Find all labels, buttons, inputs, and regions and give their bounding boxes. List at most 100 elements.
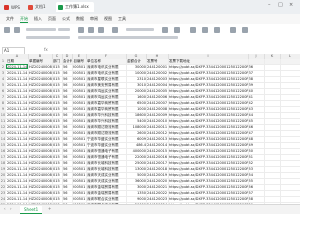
cell-account-code[interactable]: 56: [63, 185, 71, 190]
cell-date[interactable]: 2024-11-14: [7, 119, 28, 124]
cell-amount[interactable]: 400000: [127, 149, 146, 154]
cell-company[interactable]: 深圳市恒通电子有限: [87, 149, 126, 154]
format-painter-icon[interactable]: [14, 27, 20, 33]
cell-dept[interactable]: 015: [53, 131, 62, 136]
cell-subcode[interactable]: 200501: [72, 107, 86, 112]
cell-company[interactable]: 深圳市天成实业有限: [87, 179, 126, 184]
cell-invoice-no[interactable]: 244120004: [147, 83, 168, 88]
menu-item-formula[interactable]: 公式: [62, 16, 70, 22]
cell-subcode[interactable]: 200501: [72, 161, 86, 166]
cell-dept[interactable]: 015: [53, 71, 62, 76]
cell-amount[interactable]: 30000: [127, 65, 146, 70]
tab-workbook[interactable]: 工作簿1.xlsx: [56, 2, 94, 12]
cell-date[interactable]: 2024-11-14: [7, 173, 28, 178]
cell-doc-no[interactable]: HZ2024000854: [29, 107, 52, 112]
cell-doc-no[interactable]: HZ2024000849: [29, 77, 52, 82]
cell-date[interactable]: 2024-11-14: [7, 191, 28, 196]
cell-invoice-no[interactable]: 244120007: [147, 101, 168, 106]
menu-item-review[interactable]: 审阅: [90, 16, 98, 22]
cell-amount[interactable]: 6500: [127, 101, 146, 106]
align-left-icon[interactable]: [78, 27, 84, 33]
cell-dept[interactable]: 015: [53, 197, 62, 202]
table-style-icon[interactable]: [174, 27, 180, 33]
menu-item-insert[interactable]: 插入: [34, 16, 42, 22]
header-cell-company[interactable]: 单位名称: [87, 59, 126, 64]
cell-invoice-no[interactable]: 244120010: [147, 119, 168, 124]
cell-doc-no[interactable]: HZ2024000859: [29, 137, 52, 142]
cell-account-code[interactable]: 56: [63, 149, 71, 154]
cell-dept[interactable]: 015: [53, 119, 62, 124]
cell-company[interactable]: 深圳市金瑞贸易有限: [87, 185, 126, 190]
cell-date[interactable]: 2024-11-14: [7, 137, 28, 142]
align-center-icon[interactable]: [88, 27, 94, 33]
cell-subcode[interactable]: 200501: [72, 95, 86, 100]
cell-invoice-no[interactable]: 244120012: [147, 131, 168, 136]
cell-company[interactable]: 深圳市长城科技有限: [87, 161, 126, 166]
cell-subcode[interactable]: 200501: [72, 113, 86, 118]
cell-company[interactable]: 深圳市嘉华商贸有限: [87, 101, 126, 106]
cell-subcode[interactable]: 200501: [72, 179, 86, 184]
conditional-format-icon[interactable]: [162, 27, 168, 33]
cell-doc-no[interactable]: HZ2024000867: [29, 185, 52, 190]
cell-doc-no[interactable]: HZ2024000866: [29, 179, 52, 184]
cell-invoice-no[interactable]: 244120011: [147, 125, 168, 130]
header-cell-account[interactable]: 会计科目编号: [63, 59, 86, 64]
cell-date[interactable]: 2024-11-14: [7, 197, 28, 202]
cell-subcode[interactable]: 200501: [72, 167, 86, 172]
cell-invoice-no[interactable]: 244120015: [147, 149, 168, 154]
cell-doc-no[interactable]: HZ2024000851: [29, 89, 52, 94]
cell-date[interactable]: 2024-11-14: [7, 149, 28, 154]
cell-amount[interactable]: 20000: [127, 89, 146, 94]
font-selector[interactable]: [26, 28, 56, 31]
cell-account-code[interactable]: 56: [63, 65, 71, 70]
cell-amount[interactable]: 10000: [127, 71, 146, 76]
sheet-tab-sheet1[interactable]: Sheet1: [20, 206, 43, 214]
cell-date[interactable]: 2024-11-14: [7, 113, 28, 118]
cell-account-code[interactable]: 56: [63, 155, 71, 160]
cell-doc-no[interactable]: HZ2024000853: [29, 101, 52, 106]
cell-date[interactable]: 2024-11-14: [7, 161, 28, 166]
cell-subcode[interactable]: 200501: [72, 101, 86, 106]
cell-dept[interactable]: 015: [53, 179, 62, 184]
cell-doc-no[interactable]: HZ2024000858: [29, 131, 52, 136]
menu-item-file[interactable]: 文件: [6, 16, 14, 22]
cell-dept[interactable]: 015: [53, 125, 62, 130]
cell-company[interactable]: 深圳市嘉华商贸有限: [87, 107, 126, 112]
header-cell-amount[interactable]: 金额合计: [127, 59, 146, 64]
cell-subcode[interactable]: 200501: [72, 83, 86, 88]
cell-invoice-no[interactable]: 244120014: [147, 143, 168, 148]
cell-invoice-no[interactable]: 244120003: [147, 77, 168, 82]
cell-dept[interactable]: 015: [53, 113, 62, 118]
cell-dept[interactable]: 015: [53, 65, 62, 70]
cell-amount[interactable]: 2310: [127, 77, 146, 82]
cell-dept[interactable]: 015: [53, 95, 62, 100]
cell-invoice-no[interactable]: 244120002: [147, 71, 168, 76]
cell-invoice-no[interactable]: 244120016: [147, 155, 168, 160]
next-sheet-icon[interactable]: ›: [10, 206, 12, 211]
cell-invoice-no[interactable]: 244120017: [147, 161, 168, 166]
cell-doc-no[interactable]: HZ2024000863: [29, 161, 52, 166]
cell-date[interactable]: 2024-11-14: [7, 95, 28, 100]
cell-date[interactable]: 2024-11-14: [7, 167, 28, 172]
cell-account-code[interactable]: 56: [63, 71, 71, 76]
cell-account-code[interactable]: 56: [63, 119, 71, 124]
cell-account-code[interactable]: 56: [63, 125, 71, 130]
cell-subcode[interactable]: 200501: [72, 173, 86, 178]
cell-company[interactable]: 深圳市电讯实业有限: [87, 71, 126, 76]
cell-company[interactable]: 深圳市鸿运实业有限: [87, 95, 126, 100]
cell-date[interactable]: 2024-11-14: [7, 179, 28, 184]
header-cell-invoice-no[interactable]: 发票号: [147, 59, 168, 64]
cell-dept[interactable]: 015: [53, 89, 62, 94]
cell-subcode[interactable]: 200501: [72, 131, 86, 136]
cell-doc-no[interactable]: HZ2024000860: [29, 143, 52, 148]
cell-amount[interactable]: 18600: [127, 113, 146, 118]
cell-invoice-no[interactable]: 244120020: [147, 179, 168, 184]
cell-amount[interactable]: 1600: [127, 95, 146, 100]
cell-doc-no[interactable]: HZ2024000864: [29, 167, 52, 172]
cell-dept[interactable]: 015: [53, 107, 62, 112]
cell-invoice-no[interactable]: 244120022: [147, 191, 168, 196]
cell-company[interactable]: 深圳市电讯实业有限: [87, 65, 126, 70]
cell-subcode[interactable]: 200501: [72, 155, 86, 160]
cell-company[interactable]: 深圳市顺达物流有限: [87, 131, 126, 136]
cell-amount[interactable]: 3010: [127, 83, 146, 88]
